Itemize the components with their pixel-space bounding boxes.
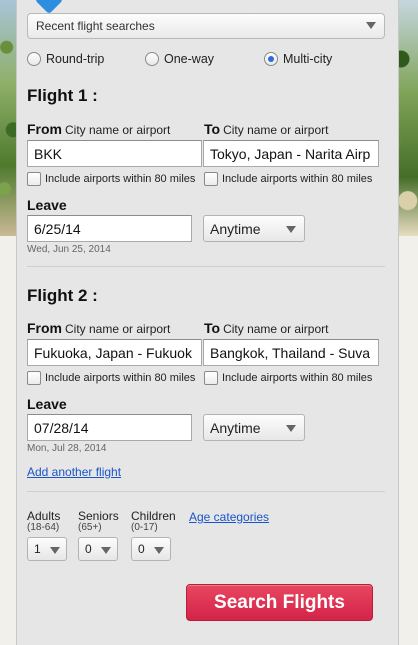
nearby-label: Include airports within 80 miles [45,372,196,384]
seniors-select[interactable]: 0 [78,537,118,561]
children-age-range: (0-17) [131,522,158,533]
adults-label: Adults [27,509,61,523]
radio-one-way[interactable]: One-way [145,52,214,66]
from-hint: City name or airport [65,322,171,336]
to-label: To [204,121,221,137]
nearby-label: Include airports within 80 miles [45,173,196,185]
from-label: From [27,121,62,137]
chevron-down-icon [101,547,111,554]
flight-2-date-input[interactable]: 07/28/14 [27,414,192,441]
to-hint: City name or airport [223,322,329,336]
chevron-down-icon [50,547,60,554]
chevron-down-icon [154,547,164,554]
children-value: 0 [138,542,145,556]
checkbox-icon [27,371,41,385]
add-another-flight-link[interactable]: Add another flight [27,465,121,479]
flight-1-to-input[interactable]: Tokyo, Japan - Narita Airp [203,140,379,167]
seniors-value: 0 [85,542,92,556]
adults-age-range: (18-64) [27,522,60,533]
flight-1-date-input[interactable]: 6/25/14 [27,215,192,242]
from-label: From [27,320,62,336]
children-select[interactable]: 0 [131,537,171,561]
divider [27,266,385,267]
chevron-down-icon [286,226,296,233]
flight-2-title: Flight 2 : [27,286,98,305]
adults-select[interactable]: 1 [27,537,67,561]
nearby-label: Include airports within 80 miles [222,173,373,185]
flight-1-title: Flight 1 : [27,86,98,105]
to-hint: City name or airport [223,123,329,137]
nearby-label: Include airports within 80 miles [222,372,373,384]
children-label: Children [131,509,176,523]
recent-searches-label: Recent flight searches [36,19,155,33]
flight-2-from-input[interactable]: Fukuoka, Japan - Fukuok [27,339,202,366]
radio-round-trip[interactable]: Round-trip [27,52,104,66]
flight-2-time-select[interactable]: Anytime [203,414,305,441]
recent-searches-select[interactable]: Recent flight searches [27,13,385,39]
radio-selected-icon [264,52,278,66]
flight-2-from-label: From City name or airport [27,320,170,336]
time-value: Anytime [210,221,261,237]
radio-round-trip-label: Round-trip [46,52,105,66]
radio-icon [27,52,41,66]
from-hint: City name or airport [65,123,171,137]
flight-1-leave-label: Leave [27,197,67,213]
flight-1-from-input[interactable]: BKK [27,140,202,167]
seniors-age-range: (65+) [78,522,102,533]
flight-1-to-label: To City name or airport [204,121,328,137]
flight-1-from-nearby-checkbox[interactable]: Include airports within 80 miles [27,172,195,186]
radio-multi-city[interactable]: Multi-city [264,52,332,66]
chevron-down-icon [366,22,376,29]
chevron-down-icon [286,425,296,432]
radio-multi-city-label: Multi-city [283,52,333,66]
flight-2-to-nearby-checkbox[interactable]: Include airports within 80 miles [204,371,372,385]
flight-2-leave-label: Leave [27,396,67,412]
flight-2-date-hint: Mon, Jul 28, 2014 [27,443,107,454]
flight-1-time-select[interactable]: Anytime [203,215,305,242]
age-categories-link[interactable]: Age categories [189,510,269,524]
flight-1-date-hint: Wed, Jun 25, 2014 [27,244,111,255]
checkbox-icon [204,172,218,186]
time-value: Anytime [210,420,261,436]
flight-1-to-nearby-checkbox[interactable]: Include airports within 80 miles [204,172,372,186]
flight-2-to-label: To City name or airport [204,320,328,336]
flight-2-to-input[interactable]: Bangkok, Thailand - Suva [203,339,379,366]
adults-value: 1 [34,542,41,556]
flight-2-from-nearby-checkbox[interactable]: Include airports within 80 miles [27,371,195,385]
radio-icon [145,52,159,66]
checkbox-icon [204,371,218,385]
seniors-label: Seniors [78,509,119,523]
divider [27,491,385,492]
radio-one-way-label: One-way [164,52,215,66]
checkbox-icon [27,172,41,186]
search-flights-button[interactable]: Search Flights [186,584,373,621]
to-label: To [204,320,221,336]
flight-1-from-label: From City name or airport [27,121,170,137]
